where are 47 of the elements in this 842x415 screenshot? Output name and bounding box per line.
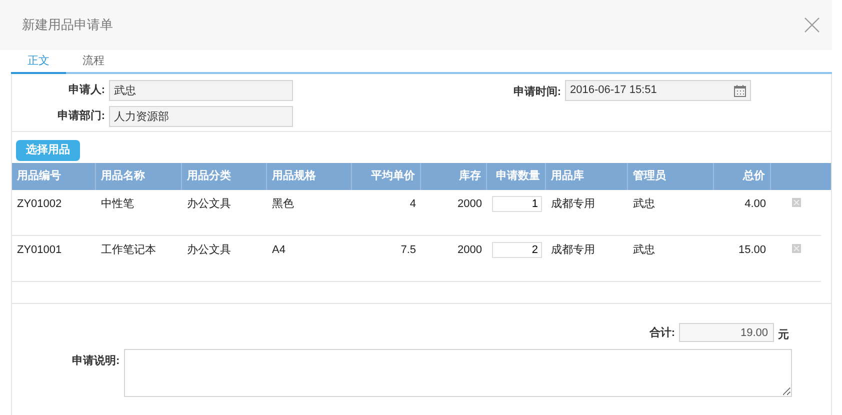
table-cell-text: 2000 [458,197,482,212]
text-field[interactable]: 武忠 [109,80,293,101]
table-cell-text: 武忠 [633,196,655,212]
table-cell-text: ZY01001 [17,243,62,258]
column-header: 管理员 [628,163,714,190]
table-cell-text: 黑色 [272,197,294,212]
table-cell-text: 中性笔 [101,197,134,212]
text-field[interactable]: 人力资源部 [109,106,293,127]
remark-field[interactable] [124,348,792,396]
delete-icon[interactable] [792,244,800,253]
date-field[interactable]: 2016-06-17 15:51 [565,80,751,101]
field-label: 申请人: [67,82,105,98]
table-cell-text: 办公文具 [187,196,231,212]
tab[interactable]: 流程 [66,51,121,72]
table-cell-text: 成都专用 [551,243,595,258]
table-cell-text: 2000 [458,243,482,258]
field-label: 申请时间: [513,84,561,100]
table-cell-text: 工作笔记本 [101,243,156,258]
table-cell-text: 4 [410,197,416,212]
quantity-field[interactable]: 1 [492,196,542,212]
dialog-title: 新建用品申请单 [22,16,113,34]
column-header: 用品规格 [267,163,352,190]
total-label: 合计: [649,326,675,340]
table-cell-text: 7.5 [400,243,416,258]
column-header: 用品分类 [182,163,267,190]
column-header: 用品名称 [96,163,182,190]
table-cell-text: ZY01002 [17,197,62,212]
total-field[interactable]: 19.00 [679,323,774,342]
column-header: 申请数量 [487,163,546,190]
quantity-field[interactable]: 2 [492,242,542,258]
table-cell-text: 办公文具 [187,242,231,258]
close-icon[interactable] [804,17,820,33]
column-header: 用品编号 [12,163,96,190]
column-header: 平均单价 [352,163,421,190]
column-header: 库存 [421,163,487,190]
calendar-icon[interactable] [734,84,746,96]
table-cell-text: A4 [272,243,286,258]
delete-icon[interactable] [792,198,800,207]
field-label: 申请说明: [72,354,120,368]
table-cell-text: 4.00 [744,197,766,212]
column-header: 总价 [714,163,771,190]
column-header: 用品库 [546,163,628,190]
table-cell-text: 武忠 [633,242,655,258]
field-label: 申请部门: [56,108,105,124]
table-cell-text: 成都专用 [551,197,595,212]
currency-unit: 元 [778,328,789,343]
table-cell-text: 15.00 [738,243,766,258]
